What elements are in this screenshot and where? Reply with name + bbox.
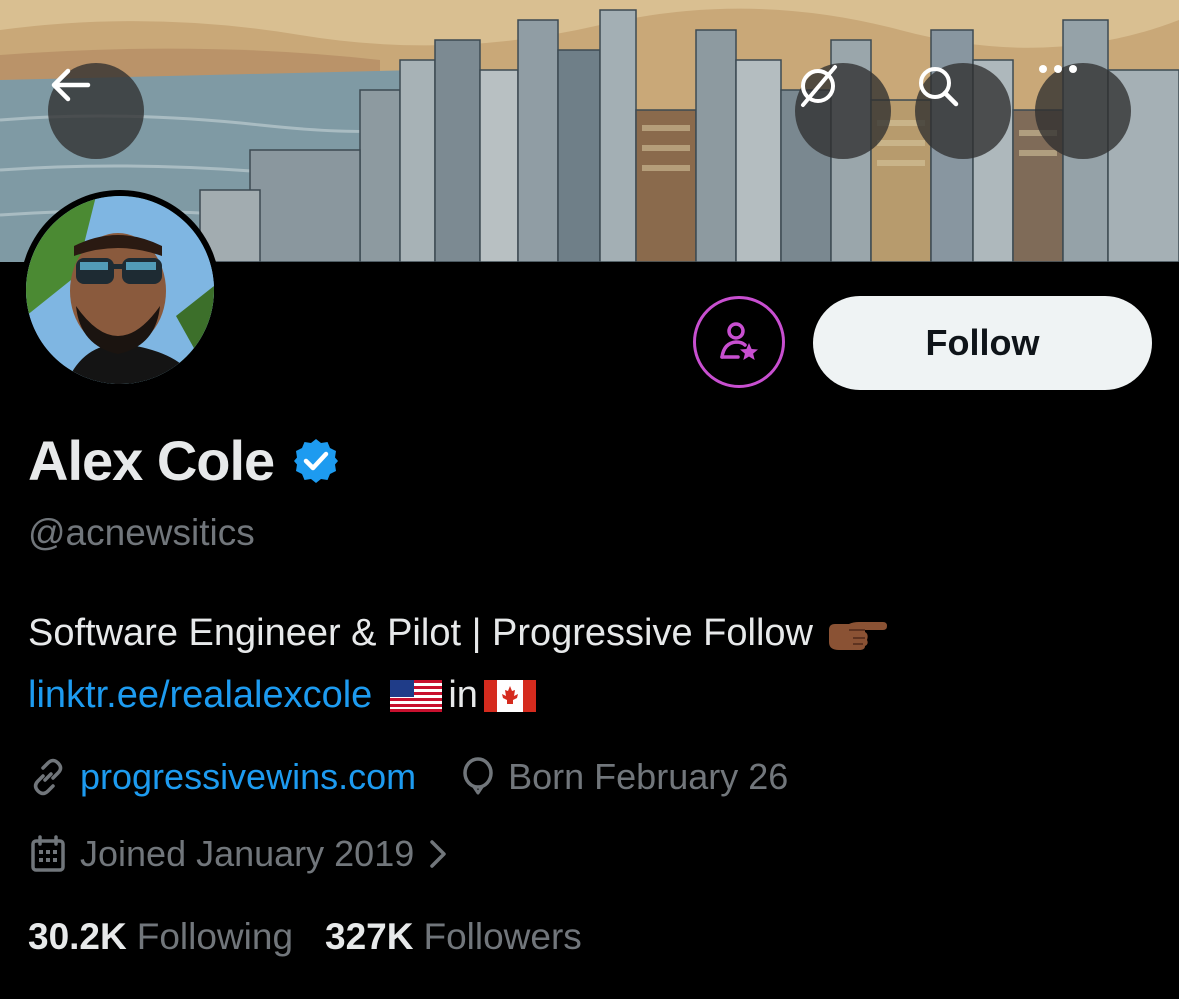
meta-row-1: progressivewins.com Born February 26 [28, 756, 788, 798]
followers-label: Followers [423, 916, 582, 957]
bio-text: Software Engineer & Pilot | Progressive … [28, 612, 813, 654]
following-count: 30.2K [28, 916, 127, 957]
creator-subscribe-icon [720, 322, 758, 360]
followers-count: 327K [325, 916, 414, 957]
chevron-right-icon [430, 840, 446, 868]
verified-badge-icon[interactable] [292, 437, 340, 485]
avatar[interactable] [20, 190, 220, 390]
bio-line-2: linktr.ee/realalexcole in [28, 674, 542, 717]
back-button[interactable] [48, 63, 144, 159]
following-label: Following [136, 916, 294, 957]
us-flag-emoji [390, 679, 443, 712]
balloon-icon [463, 757, 493, 795]
subscribe-button[interactable] [693, 296, 785, 388]
arrow-left-icon [51, 68, 91, 102]
meta-row-2[interactable]: Joined January 2019 [28, 833, 462, 875]
handle: @acnewsitics [28, 512, 255, 553]
avatar-image [26, 196, 214, 384]
display-name: Alex Cole [28, 429, 275, 492]
link-icon [33, 758, 63, 796]
more-icon [1039, 65, 1077, 73]
bio-line-1: Software Engineer & Pilot | Progressive … [28, 612, 887, 655]
birthday-text: Born February 26 [508, 756, 789, 797]
pointing-right-emoji [829, 621, 887, 650]
website-link[interactable]: progressivewins.com [80, 756, 416, 798]
follow-button[interactable]: Follow [813, 296, 1152, 390]
calendar-icon [31, 835, 65, 872]
followers-stat[interactable]: 327K Followers [325, 916, 582, 958]
canada-flag-emoji [483, 679, 536, 712]
search-button[interactable] [915, 63, 1011, 159]
grok-icon [801, 65, 837, 107]
follow-stats: 30.2K Following 327K Followers [28, 916, 582, 958]
search-icon [919, 67, 959, 107]
bio-in-text: in [448, 674, 478, 716]
more-options-button[interactable] [1035, 63, 1131, 159]
bio-link[interactable]: linktr.ee/realalexcole [28, 674, 372, 717]
grok-button[interactable] [795, 63, 891, 159]
following-stat[interactable]: 30.2K Following [28, 916, 293, 958]
name-row: Alex Cole [28, 428, 340, 493]
joined-text: Joined January 2019 [80, 833, 415, 874]
